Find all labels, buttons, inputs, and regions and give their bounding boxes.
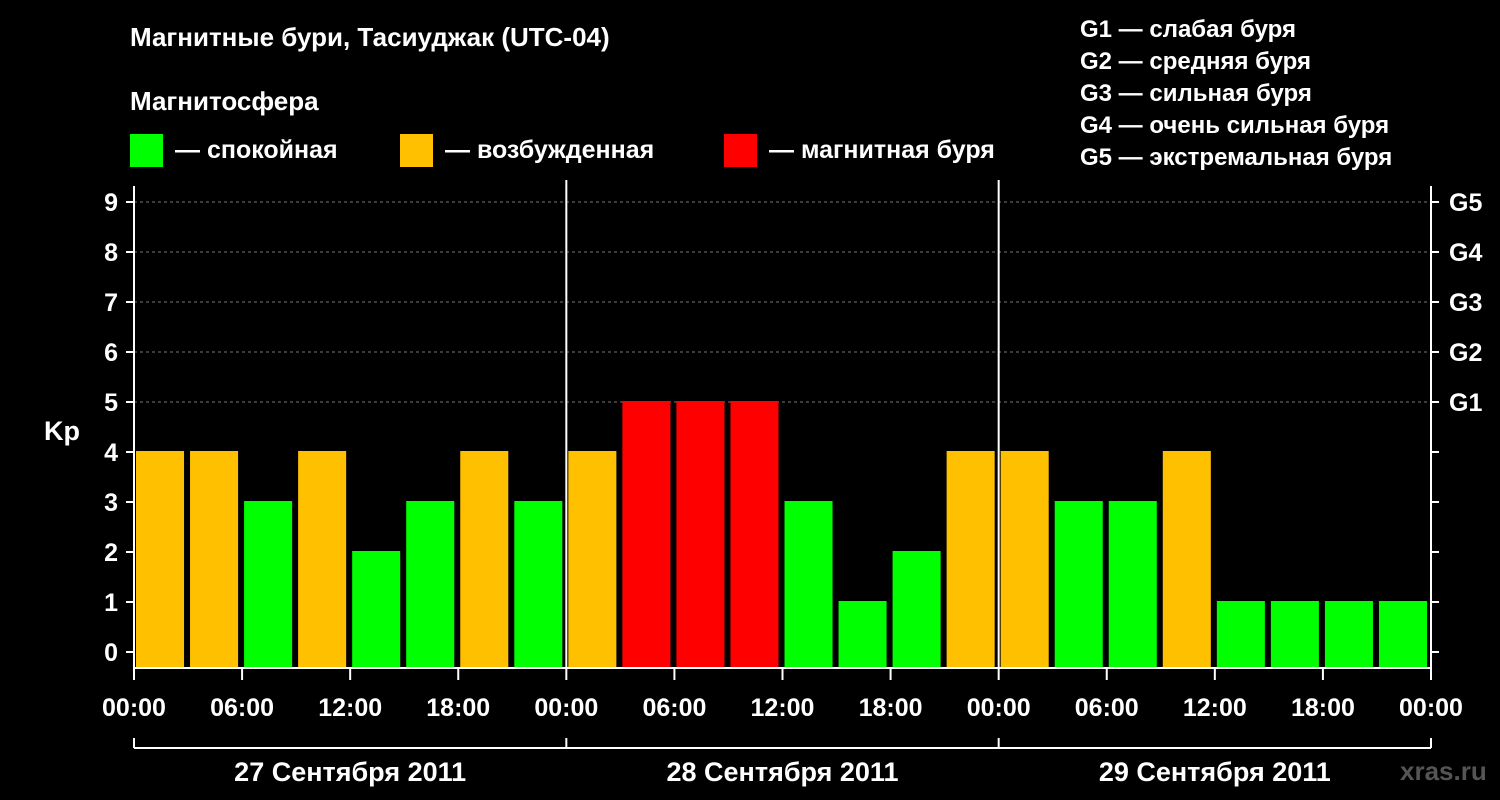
bar-9 bbox=[622, 401, 671, 668]
storm-level-tick-label: G1 bbox=[1449, 389, 1482, 417]
x-tick-label: 12:00 bbox=[1183, 694, 1247, 722]
bar-2 bbox=[244, 501, 293, 668]
bar-17 bbox=[1054, 501, 1103, 668]
bar-1 bbox=[190, 451, 239, 668]
day-label: 29 Сентября 2011 bbox=[1099, 757, 1331, 787]
bar-5 bbox=[406, 501, 455, 668]
bar-20 bbox=[1216, 601, 1265, 668]
bar-21 bbox=[1270, 601, 1319, 668]
y-tick-label: 5 bbox=[104, 389, 118, 417]
bar-3 bbox=[298, 451, 347, 668]
storm-level-tick-label: G4 bbox=[1449, 239, 1482, 267]
y-tick-label: 3 bbox=[104, 489, 118, 517]
y-tick-label: 0 bbox=[104, 639, 118, 667]
x-tick-label: 06:00 bbox=[210, 694, 274, 722]
bar-10 bbox=[676, 401, 725, 668]
bar-18 bbox=[1108, 501, 1157, 668]
watermark: xras.ru bbox=[1400, 756, 1487, 786]
bar-15 bbox=[946, 451, 995, 668]
bar-11 bbox=[730, 401, 779, 668]
x-tick-label: 06:00 bbox=[1075, 694, 1139, 722]
x-tick-label: 00:00 bbox=[1399, 694, 1463, 722]
bar-7 bbox=[514, 501, 563, 668]
x-tick-label: 18:00 bbox=[1291, 694, 1355, 722]
bar-13 bbox=[838, 601, 887, 668]
x-tick-label: 00:00 bbox=[967, 694, 1031, 722]
bar-12 bbox=[784, 501, 833, 668]
y-tick-label: 4 bbox=[104, 439, 118, 467]
storm-level-tick-label: G3 bbox=[1449, 289, 1482, 317]
x-tick-label: 12:00 bbox=[751, 694, 815, 722]
y-axis-label: Kp bbox=[44, 416, 80, 446]
storm-level-tick-label: G2 bbox=[1449, 339, 1482, 367]
bar-19 bbox=[1162, 451, 1211, 668]
y-tick-label: 1 bbox=[104, 589, 118, 617]
bar-0 bbox=[136, 451, 185, 668]
bar-6 bbox=[460, 451, 509, 668]
day-label: 27 Сентября 2011 bbox=[234, 757, 466, 787]
bar-23 bbox=[1378, 601, 1427, 668]
x-tick-label: 00:00 bbox=[534, 694, 598, 722]
bar-8 bbox=[568, 451, 617, 668]
y-tick-label: 8 bbox=[104, 239, 118, 267]
x-tick-label: 12:00 bbox=[318, 694, 382, 722]
y-tick-label: 6 bbox=[104, 339, 118, 367]
x-tick-label: 00:00 bbox=[102, 694, 166, 722]
y-tick-label: 9 bbox=[104, 189, 118, 217]
x-tick-label: 18:00 bbox=[859, 694, 923, 722]
bar-22 bbox=[1324, 601, 1373, 668]
y-tick-label: 7 bbox=[104, 289, 118, 317]
storm-level-tick-label: G5 bbox=[1449, 189, 1482, 217]
bar-16 bbox=[1000, 451, 1049, 668]
y-tick-label: 2 bbox=[104, 539, 118, 567]
day-label: 28 Сентября 2011 bbox=[667, 757, 899, 787]
x-tick-label: 06:00 bbox=[642, 694, 706, 722]
x-tick-label: 18:00 bbox=[426, 694, 490, 722]
bar-4 bbox=[352, 551, 401, 668]
bar-14 bbox=[892, 551, 941, 668]
kp-bar-chart: 0 1 2 3 4 5 6 7 8 9 G1 G2 G3 G4 G5 Kp 00:00 06:00 12:00 18:… bbox=[44, 180, 1482, 787]
